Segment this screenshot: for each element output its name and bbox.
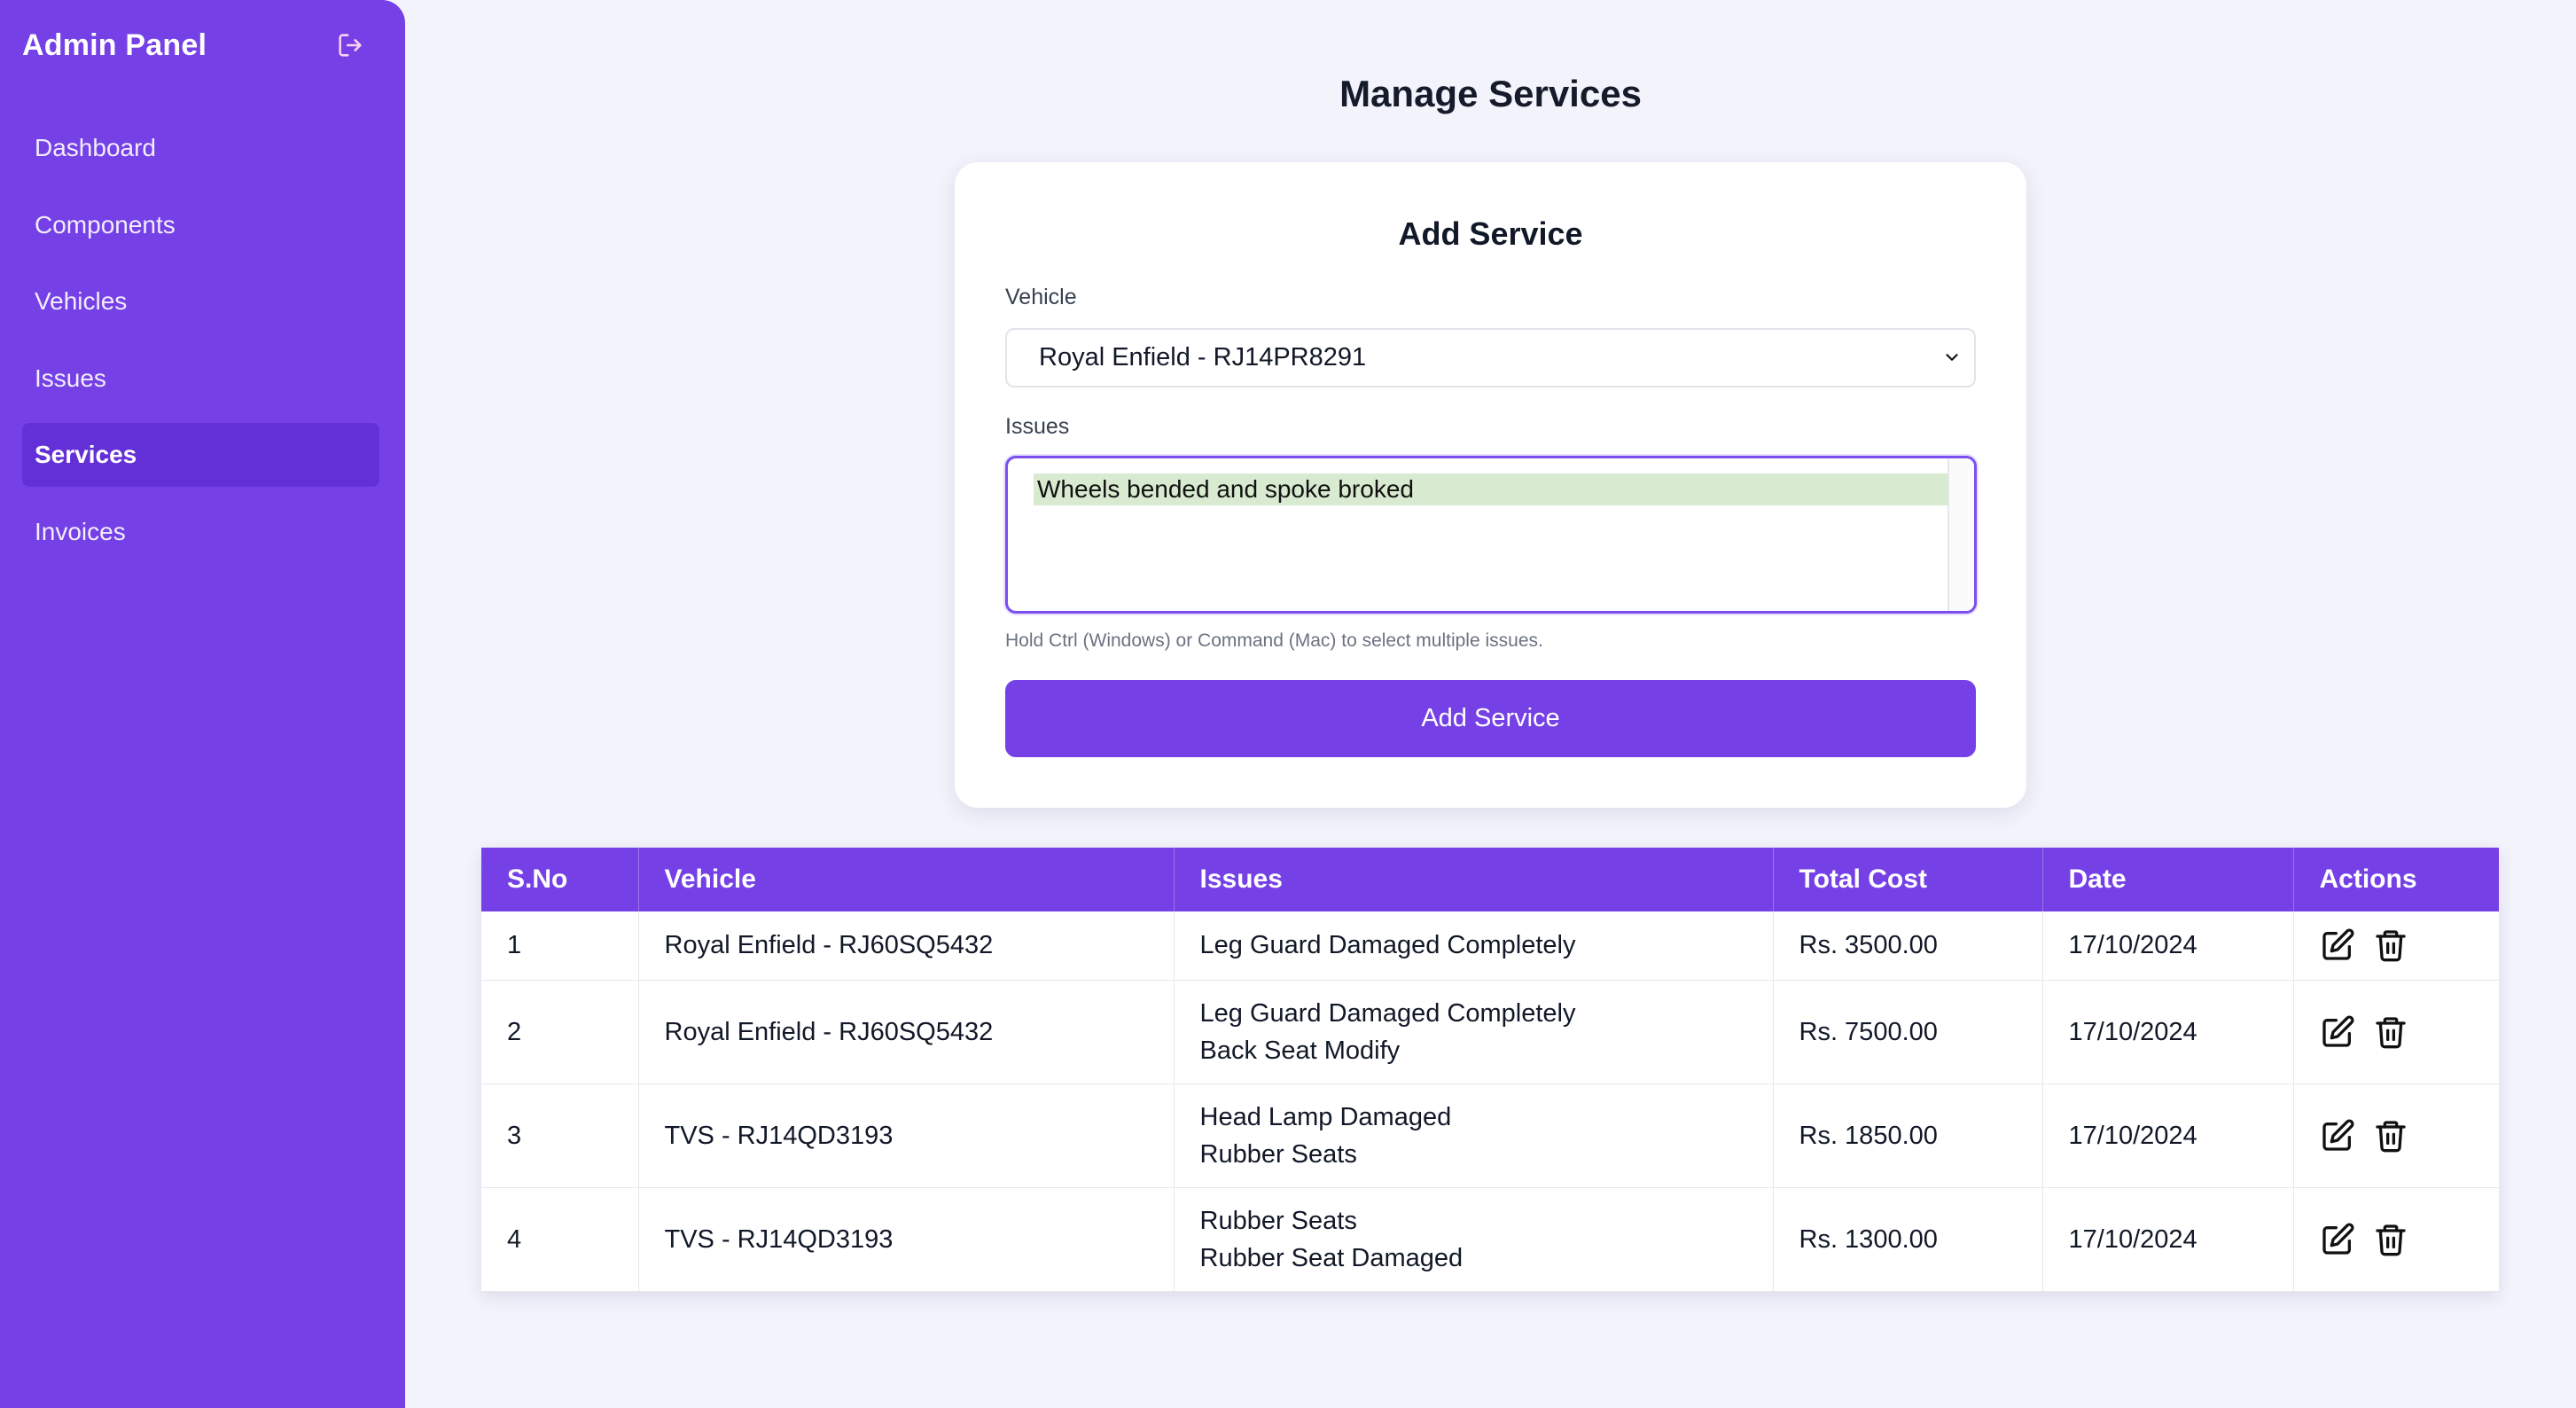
sidebar-item-label: Dashboard xyxy=(35,134,156,161)
issues-hint: Hold Ctrl (Windows) or Command (Mac) to … xyxy=(1005,630,1543,651)
column-header-date: Date xyxy=(2042,848,2294,911)
cell-vehicle: TVS - RJ14QD3193 xyxy=(638,1187,1175,1292)
issue-line: Rubber Seats xyxy=(1199,1139,1357,1169)
page-title: Manage Services xyxy=(1339,73,1642,114)
cell-vehicle: Royal Enfield - RJ60SQ5432 xyxy=(638,980,1175,1084)
edit-icon[interactable] xyxy=(2320,1222,2355,1257)
table-row: 1 Royal Enfield - RJ60SQ5432 Leg Guard D… xyxy=(481,911,2499,981)
cell-total-cost: Rs. 3500.00 xyxy=(1773,911,2043,981)
cell-actions xyxy=(2293,980,2499,1084)
sidebar-item-invoices[interactable]: Invoices xyxy=(22,500,379,564)
column-header-actions: Actions xyxy=(2319,864,2417,894)
issue-line: Head Lamp Damaged xyxy=(1199,1102,1452,1131)
sidebar-item-services[interactable]: Services xyxy=(22,423,379,487)
chevron-down-icon xyxy=(1946,354,1958,361)
column-header-vehicle: Vehicle xyxy=(638,848,1175,911)
trash-icon[interactable] xyxy=(2373,927,2408,963)
sidebar: Admin Panel Dashboard Components Vehicle… xyxy=(0,0,405,1408)
cell-issues: Rubber Seats Rubber Seat Damaged xyxy=(1174,1187,1774,1292)
table-row: 4 TVS - RJ14QD3193 Rubber Seats Rubber S… xyxy=(481,1187,2499,1292)
cell-sno: 2 xyxy=(481,980,639,1084)
sidebar-item-issues[interactable]: Issues xyxy=(22,347,379,411)
cell-actions xyxy=(2293,1083,2499,1188)
cell-date: 17/10/2024 xyxy=(2042,980,2294,1084)
sidebar-nav: Dashboard Components Vehicles Issues Ser… xyxy=(22,116,379,576)
cell-actions xyxy=(2293,1187,2499,1292)
cell-total-cost: Rs. 1300.00 xyxy=(1773,1187,2043,1292)
cell-vehicle: Royal Enfield - RJ60SQ5432 xyxy=(638,911,1175,981)
cell-total-cost: Rs. 7500.00 xyxy=(1773,980,2043,1084)
sidebar-item-label: Issues xyxy=(35,364,106,392)
cell-date: 17/10/2024 xyxy=(2042,1083,2294,1188)
sidebar-title: Admin Panel xyxy=(22,27,207,62)
card-title: Add Service xyxy=(1398,215,1583,252)
edit-icon[interactable] xyxy=(2320,1014,2355,1050)
cell-total-cost: Rs. 1850.00 xyxy=(1773,1083,2043,1188)
column-header-sno: S.No xyxy=(481,848,639,911)
issue-line: Back Seat Modify xyxy=(1199,1036,1401,1065)
cell-sno: 4 xyxy=(481,1187,639,1292)
logout-icon[interactable] xyxy=(332,27,368,63)
sidebar-item-label: Vehicles xyxy=(35,287,128,315)
sidebar-header: Admin Panel xyxy=(22,25,368,66)
issues-multiselect[interactable]: Wheels bended and spoke broked xyxy=(1005,456,1977,614)
edit-icon[interactable] xyxy=(2320,1118,2355,1154)
column-header-issues: Issues xyxy=(1174,848,1774,911)
services-table: S.No Vehicle Issues Total Cost Date Acti… xyxy=(481,848,2499,1292)
cell-issues: Leg Guard Damaged Completely Back Seat M… xyxy=(1174,980,1774,1084)
add-service-card: Add Service Vehicle Royal Enfield - RJ14… xyxy=(955,162,2026,808)
issues-label: Issues xyxy=(1005,414,1070,439)
issue-line: Rubber Seat Damaged xyxy=(1199,1243,1464,1272)
sidebar-item-components[interactable]: Components xyxy=(22,193,379,257)
cell-vehicle: TVS - RJ14QD3193 xyxy=(638,1083,1175,1188)
cell-sno: 3 xyxy=(481,1083,639,1188)
issue-option[interactable]: Wheels bended and spoke broked xyxy=(1034,473,1955,505)
table-row: 2 Royal Enfield - RJ60SQ5432 Leg Guard D… xyxy=(481,980,2499,1084)
table-header-row: S.No Vehicle Issues Total Cost Date Acti… xyxy=(481,848,2499,911)
issues-scrollbar[interactable] xyxy=(1948,458,1974,611)
sidebar-item-label: Components xyxy=(35,210,176,239)
vehicle-select-value: Royal Enfield - RJ14PR8291 xyxy=(1039,343,1367,372)
trash-icon[interactable] xyxy=(2373,1118,2408,1154)
trash-icon[interactable] xyxy=(2373,1014,2408,1050)
column-header-total-cost: Total Cost xyxy=(1773,848,2043,911)
trash-icon[interactable] xyxy=(2373,1222,2408,1257)
sidebar-item-label: Invoices xyxy=(35,517,126,545)
sidebar-item-dashboard[interactable]: Dashboard xyxy=(22,116,379,180)
sidebar-item-vehicles[interactable]: Vehicles xyxy=(22,270,379,333)
issue-line: Leg Guard Damaged Completely xyxy=(1199,931,1576,960)
cell-date: 17/10/2024 xyxy=(2042,1187,2294,1292)
cell-date: 17/10/2024 xyxy=(2042,911,2294,981)
cell-actions xyxy=(2293,911,2499,981)
vehicle-select[interactable]: Royal Enfield - RJ14PR8291 xyxy=(1005,328,1976,387)
edit-icon[interactable] xyxy=(2320,927,2355,963)
cell-issues: Leg Guard Damaged Completely xyxy=(1174,911,1774,981)
cell-sno: 1 xyxy=(481,911,639,981)
issue-line: Leg Guard Damaged Completely xyxy=(1199,998,1576,1028)
add-service-button[interactable]: Add Service xyxy=(1005,680,1976,757)
vehicle-label: Vehicle xyxy=(1005,285,1077,309)
issue-line: Rubber Seats xyxy=(1199,1206,1357,1235)
table-row: 3 TVS - RJ14QD3193 Head Lamp Damaged Rub… xyxy=(481,1083,2499,1188)
sidebar-item-label: Services xyxy=(35,441,137,468)
cell-issues: Head Lamp Damaged Rubber Seats xyxy=(1174,1083,1774,1188)
